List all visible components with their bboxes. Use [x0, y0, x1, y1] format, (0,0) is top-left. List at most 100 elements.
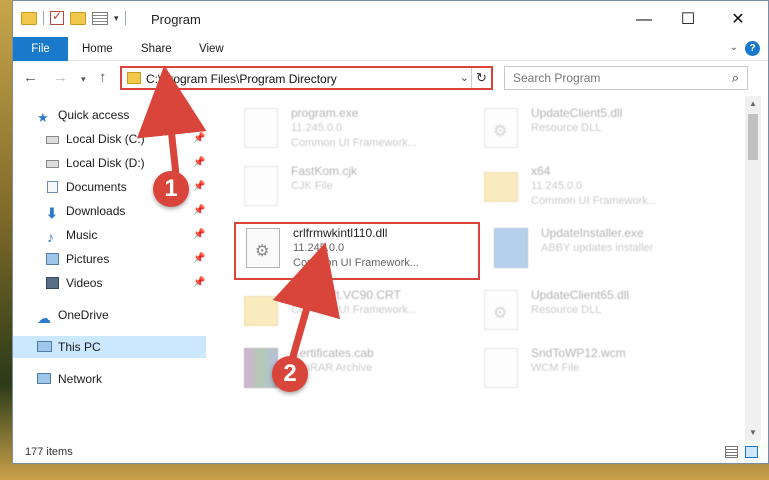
status-bar: 177 items [13, 443, 768, 463]
customize-toolbar-dropdown-icon[interactable]: ▾ [114, 13, 119, 24]
pin-icon[interactable]: 📌 [193, 128, 205, 150]
document-icon [244, 166, 278, 206]
star-icon: ★ [37, 110, 49, 125]
file-detail: Common UI Framework... [531, 195, 657, 207]
file-detail: ABBY updates installer [541, 242, 654, 254]
sidebar-item-onedrive[interactable]: ☁ OneDrive [13, 304, 210, 326]
scroll-thumb[interactable] [748, 114, 758, 160]
sidebar-item-local-disk-c[interactable]: Local Disk (C:) 📌 [13, 128, 210, 150]
scroll-down-arrow-icon[interactable]: ▼ [745, 425, 761, 441]
properties-icon[interactable] [92, 11, 108, 25]
computer-icon [37, 341, 52, 352]
sidebar-item-label: Network [58, 372, 103, 386]
large-icons-view-icon[interactable] [745, 446, 758, 458]
properties-check-icon[interactable] [50, 9, 64, 25]
tab-home[interactable]: Home [78, 37, 117, 61]
documents-icon [47, 181, 58, 193]
close-button[interactable]: ✕ [716, 7, 760, 33]
address-path[interactable]: C:\Program Files\Program Directory [146, 72, 337, 86]
expand-ribbon-chevron-icon[interactable]: ⌄ [730, 42, 738, 53]
new-folder-icon[interactable] [70, 11, 86, 25]
drive-icon [46, 160, 59, 168]
step-2-callout: 2 [272, 356, 308, 392]
sidebar-item-this-pc[interactable]: This PC [13, 336, 206, 358]
file-explorer-window: ▾ Program — ☐ ✕ File Home Share View ⌄ ?… [12, 0, 769, 464]
videos-icon [46, 277, 59, 289]
sidebar-item-music[interactable]: ♪ Music 📌 [13, 224, 210, 246]
refresh-icon[interactable]: ↻ [471, 68, 491, 88]
document-icon [484, 348, 518, 388]
search-input[interactable] [513, 68, 713, 88]
file-item[interactable]: x64 11.245.0.0 Common UI Framework... [484, 162, 714, 218]
recent-locations-chevron-icon[interactable]: ▾ [81, 74, 86, 85]
quick-access-toolbar: ▾ [21, 9, 126, 25]
toolbar-divider [43, 11, 44, 25]
navigation-pane: ★ Quick access Local Disk (C:) 📌 Local D… [13, 96, 210, 431]
file-item[interactable]: FastKom.cjk CJK File [244, 162, 474, 218]
exe-file-icon [244, 108, 278, 148]
tab-view[interactable]: View [195, 37, 228, 61]
item-count: 177 items [25, 446, 73, 458]
pin-icon[interactable]: 📌 [193, 176, 205, 198]
file-item[interactable]: UpdateClient5.dll Resource DLL [484, 104, 714, 160]
scroll-up-arrow-icon[interactable]: ▲ [745, 96, 761, 112]
dll-file-icon [484, 290, 518, 330]
sidebar-item-label: Pictures [66, 252, 110, 266]
vertical-scrollbar[interactable]: ▲ ▼ [745, 96, 761, 441]
file-item[interactable]: UpdateClient65.dll Resource DLL [484, 286, 714, 342]
address-bar[interactable]: C:\Program Files\Program Directory ⌄ ↻ [120, 66, 493, 90]
file-name: UpdateClient5.dll [531, 106, 623, 120]
pin-icon[interactable]: 📌 [193, 272, 205, 294]
up-arrow-icon[interactable]: ↑ [99, 69, 107, 86]
dll-file-icon [484, 108, 518, 148]
file-name: Microsoft.VC90.CRT [291, 288, 401, 302]
cloud-icon: ☁ [37, 310, 51, 326]
file-name: Certificates.cab [291, 346, 374, 360]
folder-icon [21, 11, 37, 25]
sidebar-item-pictures[interactable]: Pictures 📌 [13, 248, 210, 270]
folder-icon [484, 172, 518, 202]
file-detail: 11.245.0.0 [531, 180, 583, 192]
file-detail: WCM File [531, 362, 580, 374]
sidebar-item-network[interactable]: Network [13, 368, 210, 390]
sidebar-item-label: Downloads [66, 204, 126, 218]
sidebar-item-quick-access[interactable]: ★ Quick access [13, 104, 210, 126]
highlight-box [234, 222, 480, 280]
sidebar-item-label: Local Disk (D:) [66, 156, 145, 170]
forward-arrow-icon[interactable]: → [53, 69, 68, 86]
address-dropdown-chevron-icon[interactable]: ⌄ [460, 71, 469, 84]
sidebar-item-label: Videos [66, 276, 103, 290]
details-view-icon[interactable] [725, 446, 738, 458]
file-name: FastKom.cjk [291, 164, 358, 178]
sidebar-item-local-disk-d[interactable]: Local Disk (D:) 📌 [13, 152, 210, 174]
help-icon[interactable]: ? [745, 41, 760, 56]
maximize-button[interactable]: ☐ [666, 7, 710, 33]
file-item[interactable]: Microsoft.VC90.CRT Common UI Framework..… [244, 286, 474, 342]
folder-icon [127, 72, 141, 84]
file-name: UpdateClient65.dll [531, 288, 630, 302]
search-box[interactable]: ⌕ [504, 66, 748, 90]
file-detail: Resource DLL [531, 304, 602, 316]
search-icon[interactable]: ⌕ [732, 70, 739, 86]
tab-file[interactable]: File [13, 37, 68, 61]
file-item[interactable]: program.exe 11.245.0.0 Common UI Framewo… [244, 104, 474, 160]
navigation-bar: ← → ▾ ↑ C:\Program Files\Program Directo… [13, 62, 768, 94]
file-name: program.exe [291, 106, 359, 120]
file-name: UpdateInstaller.exe [541, 226, 644, 240]
minimize-button[interactable]: — [622, 7, 666, 33]
sidebar-item-videos[interactable]: Videos 📌 [13, 272, 210, 294]
file-detail: CJK File [291, 180, 333, 192]
tab-share[interactable]: Share [137, 37, 176, 61]
pin-icon[interactable]: 📌 [193, 200, 205, 222]
pin-icon[interactable]: 📌 [193, 224, 205, 246]
sidebar-item-label: Music [66, 228, 98, 242]
file-detail: Common UI Framework... [291, 137, 417, 149]
pin-icon[interactable]: 📌 [193, 248, 205, 270]
file-item[interactable]: SndToWP12.wcm WCM File [484, 344, 714, 400]
file-item[interactable]: UpdateInstaller.exe ABBY updates install… [494, 224, 724, 280]
back-arrow-icon[interactable]: ← [23, 69, 38, 86]
file-name: SndToWP12.wcm [531, 346, 626, 360]
sidebar-item-label: OneDrive [58, 308, 109, 322]
sidebar-item-label: Documents [66, 180, 127, 194]
pin-icon[interactable]: 📌 [193, 152, 205, 174]
